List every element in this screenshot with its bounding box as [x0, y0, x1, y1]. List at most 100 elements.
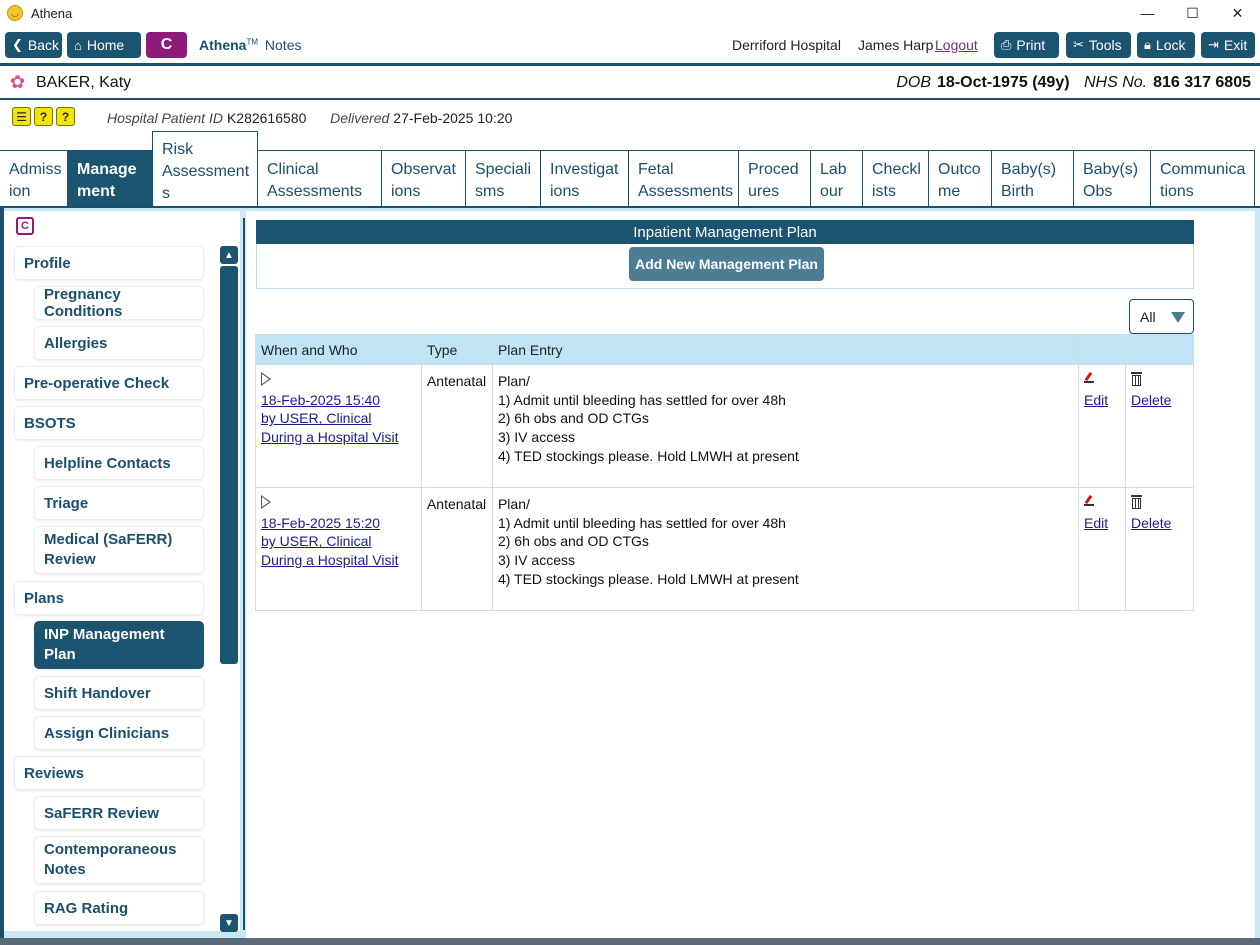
edit-link[interactable]: Edit [1084, 392, 1108, 408]
dob-label: DOB [896, 74, 932, 91]
sidebar-item-bsots[interactable]: BSOTS [14, 406, 204, 440]
tools-label: Tools [1088, 37, 1122, 53]
back-label: Back [27, 37, 60, 53]
trash-icon [1131, 495, 1142, 509]
exit-icon: ⇥ [1208, 37, 1219, 52]
title-bar: ◡ Athena — ☐ ✕ [0, 0, 1260, 26]
nhs-label: NHS No. [1084, 74, 1148, 91]
table-row: 18-Feb-2025 15:20 by USER, Clinical During… [255, 487, 1194, 611]
plan-entry-link[interactable]: 18-Feb-2025 15:20 by USER, Clinical During… [261, 514, 401, 570]
sidebar-item-triage[interactable]: Triage [34, 486, 204, 520]
pencil-icon [1084, 372, 1095, 384]
sidebar-item-allergies[interactable]: Allergies [34, 326, 204, 360]
edit-link[interactable]: Edit [1084, 515, 1108, 531]
tab-investigations[interactable]: Investigat ions [541, 150, 629, 207]
sidebar-item-rag-rating[interactable]: RAG Rating [34, 891, 204, 925]
printer-icon: ⎙ [1001, 37, 1012, 52]
sidebar-scrollbar-thumb[interactable] [220, 266, 238, 664]
column-header-edit [1078, 334, 1126, 365]
column-header-when-who: When and Who [255, 334, 422, 365]
expand-triangle-icon[interactable] [261, 495, 273, 509]
tab-outcome[interactable]: Outco me [929, 150, 992, 207]
table-header-row: When and Who Type Plan Entry [255, 334, 1194, 365]
tab-fetal-assessments[interactable]: Fetal Assessments [629, 150, 739, 207]
trash-icon [1131, 372, 1142, 386]
column-header-delete [1125, 334, 1194, 365]
sidebar-item-profile[interactable]: Profile [14, 246, 204, 280]
plan-entry-link[interactable]: 18-Feb-2025 15:40 by USER, Clinical During… [261, 391, 401, 447]
athena-logo-icon: ◡ [7, 5, 23, 21]
sidebar-item-shift-handover[interactable]: Shift Handover [34, 676, 204, 710]
edit-cell: Edit [1078, 364, 1126, 488]
scroll-down-button[interactable]: ▼ [220, 914, 238, 932]
brand-tm: TM [246, 37, 259, 47]
brand-name: Athena [199, 37, 247, 53]
minimize-button[interactable]: — [1125, 0, 1170, 26]
tab-specialisms[interactable]: Speciali sms [466, 150, 541, 207]
lock-label: Lock [1155, 37, 1186, 53]
plan-entry-cell: Plan/ 1) Admit until bleeding has settle… [491, 487, 1080, 611]
sidebar-item-pregnancy-conditions[interactable]: Pregnancy Conditions [34, 286, 204, 320]
tab-communications[interactable]: Communica tions [1151, 150, 1255, 207]
delete-link[interactable]: Delete [1131, 392, 1171, 408]
maximize-button[interactable]: ☐ [1170, 0, 1215, 26]
expand-triangle-icon[interactable] [261, 372, 273, 386]
dropdown-arrow-icon [1171, 312, 1185, 323]
when-who-cell: 18-Feb-2025 15:20 by USER, Clinical During… [255, 487, 422, 611]
tab-babys-obs[interactable]: Baby(s) Obs [1074, 150, 1151, 207]
home-icon: ⌂ [74, 37, 82, 53]
exit-button[interactable]: ⇥ Exit [1201, 32, 1255, 58]
logout-link[interactable]: Logout [935, 37, 978, 53]
tab-labour[interactable]: Lab our [811, 150, 863, 207]
brand-title: AthenaTM Notes [199, 37, 301, 53]
exit-label: Exit [1223, 37, 1248, 53]
tab-babys-birth[interactable]: Baby(s) Birth [992, 150, 1074, 207]
question-icon[interactable]: ? [56, 107, 75, 126]
sidebar-item-reviews[interactable]: Reviews [14, 756, 204, 790]
close-window-button[interactable]: ✕ [1215, 0, 1260, 26]
tab-clinical-assessments[interactable]: Clinical Assessments [258, 150, 382, 207]
sidebar-item-saferr-review[interactable]: SaFERR Review [34, 796, 204, 830]
taskbar-strip [0, 938, 1260, 945]
sidebar-item-plans[interactable]: Plans [14, 581, 204, 615]
sidebar-item-assign-clinicians[interactable]: Assign Clinicians [34, 716, 204, 750]
section-header: Inpatient Management Plan [256, 220, 1194, 244]
app-window: ◡ Athena — ☐ ✕ ❮ Back ⌂ Home C AthenaTM … [0, 0, 1260, 945]
delete-link[interactable]: Delete [1131, 515, 1171, 531]
sidebar-item-inp-management-plan[interactable]: INP Management Plan [34, 621, 204, 669]
hospital-name: Derriford Hospital [732, 37, 841, 53]
tab-management[interactable]: Manage ment [68, 150, 153, 207]
lock-button[interactable]: 🔒︎ Lock [1137, 32, 1195, 58]
c-button[interactable]: C [146, 32, 187, 58]
pencil-icon [1084, 495, 1095, 507]
window-title: Athena [31, 5, 73, 21]
home-label: Home [86, 37, 125, 53]
patient-name: BAKER, Katy [36, 74, 132, 91]
alert-list-icon[interactable]: ☰ [12, 107, 31, 126]
scroll-up-button[interactable]: ▲ [220, 246, 238, 264]
home-button[interactable]: ⌂ Home [67, 32, 141, 58]
tab-observations[interactable]: Observat ions [382, 150, 466, 207]
tab-risk-assessments[interactable]: Risk Assessment s [152, 131, 258, 207]
sidebar-item-pre-operative-check[interactable]: Pre-operative Check [14, 366, 204, 400]
filter-select[interactable]: All [1129, 299, 1194, 334]
patient-identifiers: DOB 18-Oct-1975 (49y) NHS No. 816 317 6805 [896, 74, 1251, 92]
sidebar-item-contemporaneous-notes[interactable]: Contemporaneous Notes [34, 836, 204, 884]
patient-divider [0, 98, 1260, 100]
delete-cell: Delete [1125, 364, 1194, 488]
sidebar-item-helpline-contacts[interactable]: Helpline Contacts [34, 446, 204, 480]
filter-value: All [1140, 308, 1156, 325]
question-icon[interactable]: ? [34, 107, 53, 126]
add-management-plan-button[interactable]: Add New Management Plan [629, 247, 824, 281]
toolbar: ❮ Back ⌂ Home C AthenaTM Notes Derriford… [0, 28, 1260, 64]
edit-cell: Edit [1078, 487, 1126, 611]
print-button[interactable]: ⎙ Print [994, 32, 1059, 58]
tab-admission[interactable]: Admiss ion [0, 150, 68, 207]
window-controls: — ☐ ✕ [1125, 0, 1260, 26]
hpid-label: Hospital Patient ID [107, 110, 223, 126]
tools-button[interactable]: ✂ Tools [1066, 32, 1131, 58]
tab-checklists[interactable]: Checkl ists [863, 150, 929, 207]
tab-procedures[interactable]: Proced ures [739, 150, 811, 207]
back-button[interactable]: ❮ Back [5, 32, 62, 58]
sidebar-item-medical-saferr-review[interactable]: Medical (SaFERR) Review [34, 526, 204, 574]
